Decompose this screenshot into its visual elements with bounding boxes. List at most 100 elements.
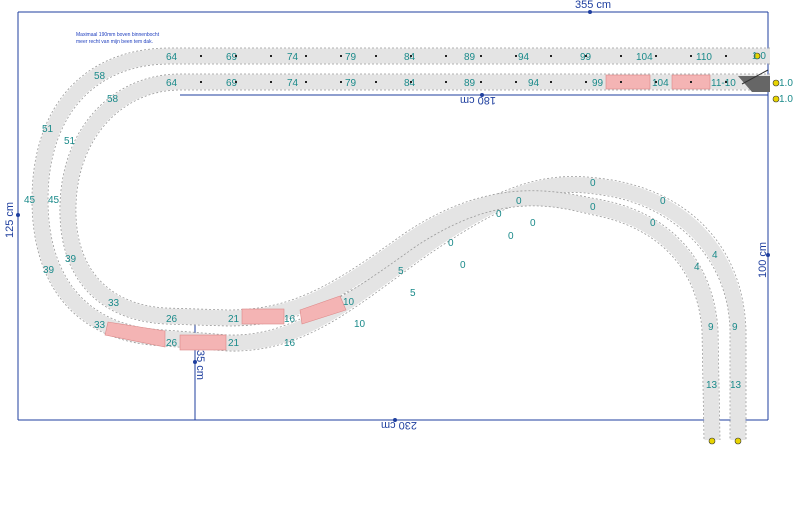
track-tick xyxy=(375,55,377,57)
track-tick xyxy=(515,55,517,57)
bottom-inner-label: 16 xyxy=(284,314,296,325)
track-tick xyxy=(305,81,307,83)
inner-top-label: 94 xyxy=(528,78,540,89)
mid-outer-label: 0 xyxy=(590,202,596,213)
track-tick xyxy=(200,81,202,83)
outer-top-label: 99 xyxy=(580,52,592,63)
inner-top-label: 104 xyxy=(652,78,669,89)
outer-top-label: 94 xyxy=(518,52,530,63)
track-tick xyxy=(655,81,657,83)
outer-top-label: 110 xyxy=(696,52,712,63)
right-curve-inner-label: 0 xyxy=(650,218,656,229)
outer-top-label: 84 xyxy=(404,52,416,63)
outer-top-label: 74 xyxy=(287,52,299,63)
inner-top-label: 74 xyxy=(287,78,299,89)
left-outer-label: 51 xyxy=(42,124,54,135)
track-tick xyxy=(480,55,482,57)
track-tick xyxy=(620,55,622,57)
track-tick xyxy=(690,81,692,83)
height-dimension-label: 125 cm xyxy=(4,202,16,238)
left-inner-label: 45 xyxy=(48,195,60,206)
track-tick xyxy=(585,55,587,57)
inner-top-label: 99 xyxy=(592,78,604,89)
end-marker-mid: 1.0 xyxy=(779,78,793,89)
right-curve-outer-label: 9 xyxy=(732,322,738,333)
track-tick xyxy=(200,55,202,57)
left-inner-label: 33 xyxy=(108,298,120,309)
width-dimension-label: 355 cm xyxy=(575,0,611,11)
mid-inner-label: 0 xyxy=(590,178,596,189)
end-marker-low: 1.0 xyxy=(779,94,793,105)
track-tick xyxy=(550,81,552,83)
track-tick xyxy=(620,81,622,83)
outer-top-label: 69 xyxy=(226,52,238,63)
track-tick xyxy=(445,81,447,83)
bottom-width-dimension-label: 230 cm xyxy=(381,419,417,431)
right-curve-outer-label: 0 xyxy=(660,196,666,207)
track-layout-diagram: 355 cm 125 cm 100 cm 230 cm 180 cm 35 cm… xyxy=(4,0,793,445)
track-tick xyxy=(480,81,482,83)
left-outer-label: 33 xyxy=(94,320,106,331)
track-tick xyxy=(725,55,727,57)
mid-inner-label: 5 xyxy=(398,266,404,277)
track-tick xyxy=(515,81,517,83)
inner-top-label: 89 xyxy=(464,78,476,89)
right-curve-outer-label: 13 xyxy=(730,380,742,391)
right-curve-inner-label: 4 xyxy=(694,262,700,273)
outer-top-label: 89 xyxy=(464,52,476,63)
bottom-inner-label: 26 xyxy=(166,314,178,325)
track-tick xyxy=(340,81,342,83)
inner-top-label: 79 xyxy=(345,78,357,89)
highlight-outer-left-bottom xyxy=(104,321,166,348)
track-tick xyxy=(235,81,237,83)
right-height-dimension-label: 100 cm xyxy=(757,242,769,278)
inner-top-label: 69 xyxy=(226,78,238,89)
left-inner-label: 39 xyxy=(65,254,77,265)
right-curve-inner-label: 13 xyxy=(706,380,718,391)
bottom-outer-label: 21 xyxy=(228,338,240,349)
bottom-outer-label: 26 xyxy=(166,338,178,349)
mid-outer-label: 0 xyxy=(508,231,514,242)
right-curve-outer-label: 4 xyxy=(712,250,718,261)
bottom-inner-label: 21 xyxy=(228,314,240,325)
track-tick xyxy=(410,55,412,57)
track-tick xyxy=(375,81,377,83)
track-tick xyxy=(550,55,552,57)
bottom-inner-label: 10 xyxy=(343,297,355,308)
track-tick xyxy=(270,55,272,57)
track-tick xyxy=(585,81,587,83)
mid-inner-label: 0 xyxy=(448,238,454,249)
right-curve-inner-label: 9 xyxy=(708,322,714,333)
inner-top-switch-label: 11-10 xyxy=(711,78,736,89)
outer-top-label: 79 xyxy=(345,52,357,63)
mid-inner-label: 0 xyxy=(516,196,522,207)
track-tick xyxy=(305,55,307,57)
mid-inner-label: 0 xyxy=(496,209,502,220)
mid-outer-label: 5 xyxy=(410,288,416,299)
track-tick xyxy=(445,55,447,57)
highlight-inner-bottom xyxy=(241,308,285,325)
left-outer-label: 39 xyxy=(43,265,55,276)
track-tick xyxy=(340,55,342,57)
left-inner-label: 51 xyxy=(64,136,76,147)
inner-top-dimension-label: 180 cm xyxy=(460,94,496,106)
track-tick xyxy=(690,55,692,57)
left-outer-label: 58 xyxy=(94,71,106,82)
small-vertical-dimension-label: 35 cm xyxy=(194,350,206,380)
left-outer-label: 45 xyxy=(24,195,36,206)
inner-top-label: 64 xyxy=(166,78,178,89)
mid-outer-label: 0 xyxy=(460,260,466,271)
bottom-outer-label: 10 xyxy=(354,319,366,330)
track-tick xyxy=(410,81,412,83)
note-line-1: Maximaal 190mm boven binnenbocht xyxy=(76,32,160,38)
end-marker-top: 1.0 xyxy=(752,51,766,62)
track-tick xyxy=(270,81,272,83)
track-tick xyxy=(235,55,237,57)
track-tick xyxy=(655,55,657,57)
outer-top-label: 104 xyxy=(636,52,653,63)
mid-outer-label: 0 xyxy=(530,218,536,229)
highlight-outer-bottom xyxy=(179,334,227,351)
board-outline xyxy=(16,10,770,422)
outer-top-label: 64 xyxy=(166,52,178,63)
highlight-inner-top-1 xyxy=(605,74,651,90)
